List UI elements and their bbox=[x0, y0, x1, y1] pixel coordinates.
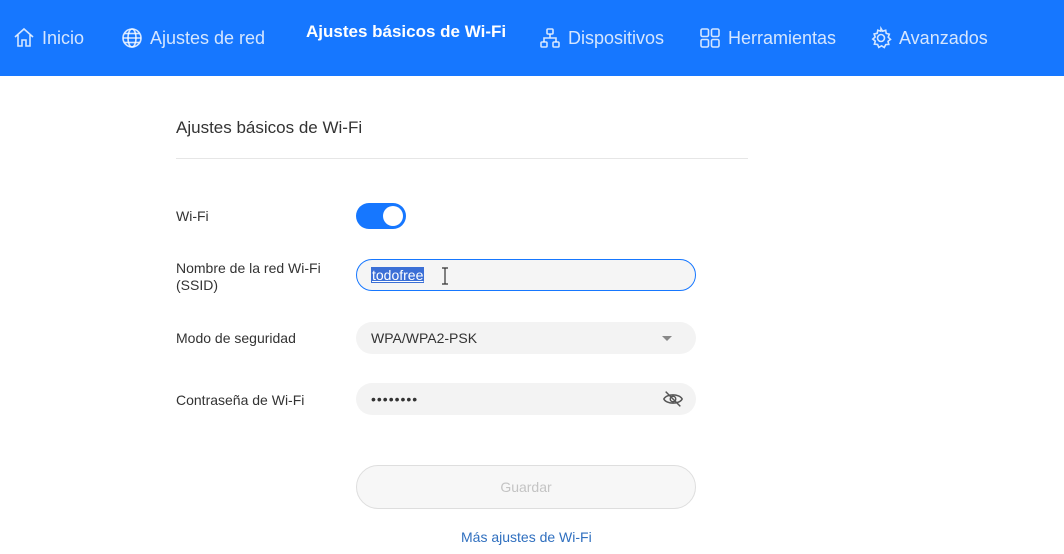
toggle-knob bbox=[383, 206, 403, 226]
page-title: Ajustes básicos de Wi-Fi bbox=[176, 118, 363, 137]
security-mode-label: Modo de seguridad bbox=[176, 330, 296, 346]
security-mode-value: WPA/WPA2-PSK bbox=[371, 330, 478, 346]
password-label: Contraseña de Wi-Fi bbox=[176, 392, 305, 408]
nav-label: Inicio bbox=[42, 27, 85, 48]
eye-slash-icon[interactable] bbox=[662, 388, 684, 410]
nav-item-inicio[interactable]: Inicio bbox=[12, 0, 84, 76]
nav-label: Avanzados bbox=[899, 27, 988, 48]
password-value: •••••••• bbox=[371, 391, 419, 407]
text-cursor-icon bbox=[442, 267, 448, 285]
ssid-value: todofree bbox=[371, 267, 425, 283]
wifi-toggle[interactable] bbox=[356, 203, 406, 229]
title-divider bbox=[176, 158, 748, 159]
password-input[interactable]: •••••••• bbox=[356, 383, 696, 415]
nav-label: Ajustes básicos de Wi-Fi bbox=[306, 22, 507, 41]
globe-icon bbox=[122, 28, 142, 48]
nav-item-ajustes-basicos-wifi[interactable]: Ajustes básicos de Wi-Fi bbox=[306, 0, 506, 70]
devices-icon bbox=[540, 28, 560, 48]
ssid-label: Nombre de la red Wi-Fi (SSID) bbox=[176, 260, 321, 294]
top-navigation-bar: Inicio Ajustes de red Ajustes básicos de… bbox=[0, 0, 1064, 76]
home-icon bbox=[14, 27, 34, 47]
gear-icon bbox=[871, 26, 892, 49]
ssid-label-line2: (SSID) bbox=[176, 277, 218, 293]
nav-label: Ajustes de red bbox=[150, 27, 266, 48]
nav-item-dispositivos[interactable]: Dispositivos bbox=[538, 0, 664, 76]
wifi-label: Wi-Fi bbox=[176, 208, 209, 224]
nav-label: Dispositivos bbox=[568, 27, 665, 48]
chevron-down-icon bbox=[662, 336, 672, 341]
nav-label: Herramientas bbox=[728, 27, 837, 48]
security-mode-select[interactable]: WPA/WPA2-PSK bbox=[356, 322, 696, 354]
more-wifi-settings-link[interactable]: Más ajustes de Wi-Fi bbox=[461, 529, 592, 545]
nav-item-avanzados[interactable]: Avanzados bbox=[869, 0, 988, 76]
ssid-label-line1: Nombre de la red Wi-Fi bbox=[176, 260, 321, 276]
save-button[interactable]: Guardar bbox=[356, 465, 696, 509]
nav-item-herramientas[interactable]: Herramientas bbox=[698, 0, 836, 76]
nav-item-ajustes-de-red[interactable]: Ajustes de red bbox=[120, 0, 265, 76]
ssid-input[interactable]: todofree bbox=[356, 259, 696, 291]
grid-icon bbox=[700, 28, 720, 48]
